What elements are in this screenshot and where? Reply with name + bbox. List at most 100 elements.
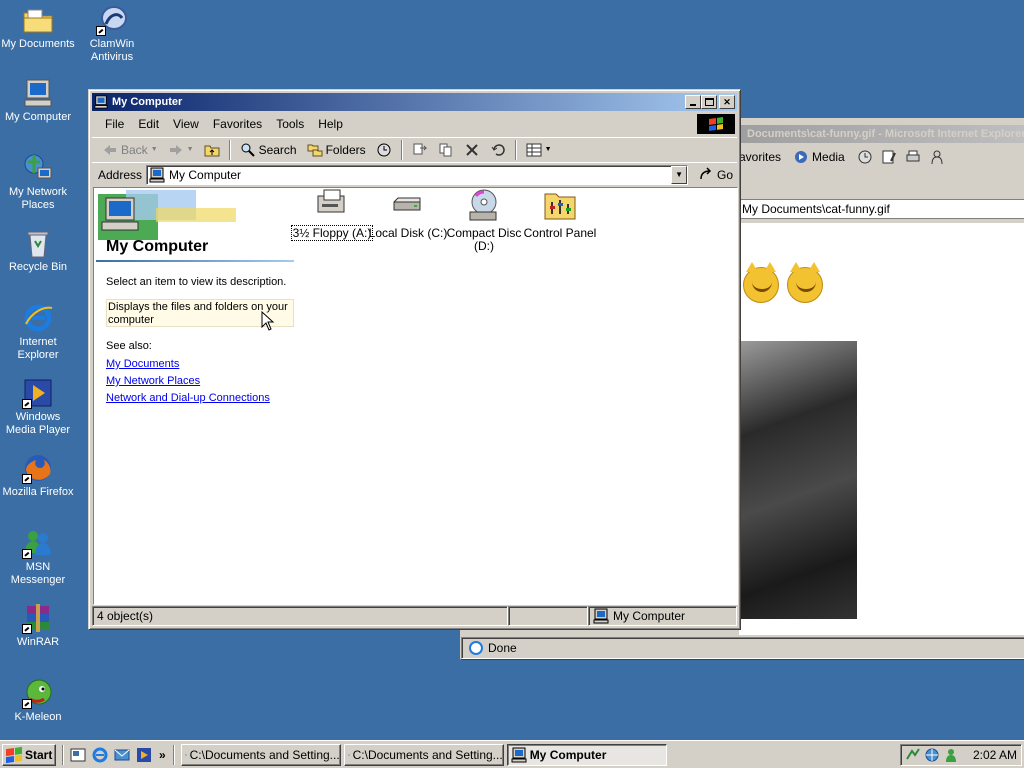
clock[interactable]: 2:02 AM (973, 748, 1017, 762)
item-label: Control Panel (523, 226, 597, 240)
task-button-documents-2[interactable]: C:\Documents and Setting... (343, 743, 504, 766)
desktop-icon-msn-messenger[interactable]: MSN Messenger (0, 527, 76, 587)
desktop-icon-label: Windows Media Player (5, 411, 71, 436)
views-button[interactable]: ▼ (522, 139, 556, 161)
desktop-icon-label: Recycle Bin (8, 261, 68, 273)
undo-icon (491, 143, 505, 156)
copy-to-button[interactable] (434, 139, 458, 161)
k-meleon-icon (22, 677, 54, 709)
address-field[interactable]: My Computer ▼ (146, 164, 689, 185)
chevron-down-icon: ▼ (186, 146, 194, 153)
start-label: Start (25, 747, 53, 762)
status-bar: 4 object(s) My Computer (92, 606, 737, 626)
status-object-count: 4 object(s) (92, 606, 508, 626)
close-icon: ✕ (723, 96, 731, 107)
folders-button[interactable]: Folders (303, 139, 370, 161)
task-button-my-computer[interactable]: My Computer (506, 743, 667, 766)
menu-edit[interactable]: Edit (131, 115, 166, 133)
menu-tools[interactable]: Tools (269, 115, 311, 133)
link-my-network-places[interactable]: My Network Places (106, 375, 200, 387)
internet-explorer-icon (22, 302, 54, 334)
menu-view[interactable]: View (166, 115, 206, 133)
back-label: Back (121, 142, 148, 157)
link-network-dialup[interactable]: Network and Dial-up Connections (106, 392, 270, 404)
address-dropdown-button[interactable]: ▼ (671, 165, 688, 184)
taskbar: Start » C:\Documents and Setting... C:\D… (0, 740, 1024, 768)
delete-button[interactable] (460, 139, 484, 161)
up-folder-button[interactable] (200, 139, 224, 161)
desktop-icon-k-meleon[interactable]: K-Meleon (0, 677, 76, 724)
ie-media-label: Media (812, 150, 845, 164)
address-bar: Address My Computer ▼ Go (92, 162, 737, 186)
desktop-icon-recycle-bin[interactable]: Recycle Bin (0, 227, 76, 274)
internet-explorer-icon (184, 753, 187, 756)
ie-favorites-button[interactable]: avorites (739, 150, 781, 164)
clamwin-tray-icon[interactable] (905, 747, 921, 763)
status-zone-label: My Computer (613, 609, 686, 623)
menu-favorites[interactable]: Favorites (206, 115, 269, 133)
maximize-button[interactable] (701, 95, 717, 109)
ie-media-button[interactable]: Media (789, 146, 849, 168)
folder-view: My Computer Select an item to view its d… (93, 187, 738, 605)
start-button[interactable]: Start (2, 743, 56, 766)
history-button[interactable] (372, 139, 396, 161)
hard-disk-icon (393, 197, 421, 211)
print-icon[interactable] (905, 149, 921, 165)
menu-help[interactable]: Help (311, 115, 350, 133)
cd-drive-icon (469, 189, 497, 221)
recycle-bin-icon (22, 227, 54, 259)
desktop-icon-my-network-places[interactable]: My Network Places (0, 152, 76, 212)
quick-launch-overflow-icon[interactable]: » (159, 748, 166, 762)
status-empty-cell (508, 606, 588, 626)
link-my-documents[interactable]: My Documents (106, 358, 179, 370)
media-player-icon[interactable] (135, 746, 153, 764)
menu-file[interactable]: File (98, 115, 131, 133)
cat-emoji-icon (787, 262, 823, 303)
desktop-icon-my-computer[interactable]: My Computer (0, 77, 76, 124)
messenger-icon[interactable] (929, 149, 945, 165)
task-label: My Computer (529, 747, 607, 762)
my-computer-window[interactable]: My Computer ✕ File Edit View Favorites T… (88, 89, 741, 630)
desktop-icon-my-documents[interactable]: My Documents (0, 4, 76, 51)
task-button-documents-1[interactable]: C:\Documents and Setting... (180, 743, 341, 766)
msn-messenger-icon (22, 527, 54, 559)
task-label: C:\Documents and Setting... (189, 747, 340, 762)
ie-address-field[interactable]: My Documents\cat-funny.gif (739, 199, 1024, 219)
messenger-tray-icon[interactable] (943, 747, 959, 763)
item-control-panel[interactable]: Control Panel (518, 188, 602, 240)
history-icon[interactable] (857, 149, 873, 165)
desktop-icon-winrar[interactable]: WinRAR (0, 602, 76, 649)
forward-button[interactable]: ▼ (164, 139, 198, 161)
desktop-icon-internet-explorer[interactable]: Internet Explorer (0, 302, 76, 362)
search-label: Search (258, 142, 297, 157)
desktop-icon-mozilla-firefox[interactable]: Mozilla Firefox (0, 452, 76, 499)
media-player-icon (22, 377, 54, 409)
taskbar-separator (62, 744, 64, 765)
close-button[interactable]: ✕ (719, 95, 735, 109)
outlook-express-icon[interactable] (113, 746, 131, 764)
network-tray-icon[interactable] (924, 747, 940, 763)
move-to-button[interactable] (408, 139, 432, 161)
minimize-button[interactable] (685, 95, 701, 109)
internet-explorer-icon[interactable] (91, 746, 109, 764)
standard-toolbar: Back ▼ ▼ Search Folders ▼ (92, 137, 737, 161)
desktop-icon-windows-media-player[interactable]: Windows Media Player (0, 377, 76, 437)
chevron-down-icon: ▼ (544, 146, 552, 153)
undo-button[interactable] (486, 139, 510, 161)
media-icon (795, 151, 808, 163)
desktop-icon-label: K-Meleon (14, 711, 62, 723)
item-compact-disc[interactable]: Compact Disc (D:) (442, 188, 526, 253)
item-floppy-drive[interactable]: 3½ Floppy (A:) (290, 188, 374, 241)
item-local-disk[interactable]: Local Disk (C:) (366, 188, 450, 240)
edit-icon[interactable] (881, 149, 897, 165)
my-computer-titlebar[interactable]: My Computer ✕ (92, 93, 737, 111)
desktop-icon-label: Internet Explorer (17, 336, 59, 361)
go-arrow-icon (700, 166, 712, 179)
go-button[interactable]: Go (698, 166, 733, 183)
clamwin-icon (96, 4, 128, 36)
show-desktop-icon[interactable] (69, 746, 87, 764)
desktop-icon-clamwin[interactable]: ClamWin Antivirus (74, 4, 150, 64)
search-button[interactable]: Search (236, 139, 301, 161)
back-button[interactable]: Back ▼ (98, 139, 162, 161)
desktop-icon-label: ClamWin Antivirus (89, 38, 135, 63)
